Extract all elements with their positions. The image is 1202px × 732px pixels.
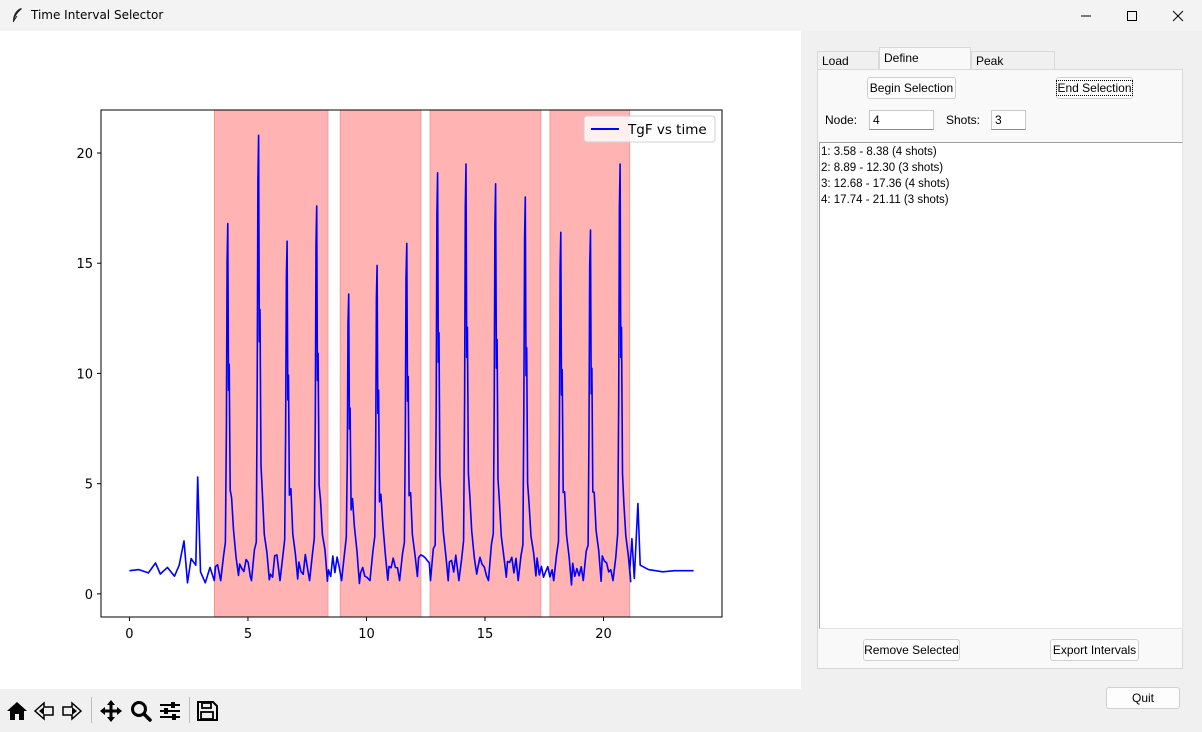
define-intervals-panel: Begin Selection End Selection Node: 4 Sh…: [817, 69, 1183, 669]
window-title: Time Interval Selector: [31, 8, 164, 22]
remove-selected-label: Remove Selected: [864, 643, 959, 657]
toolbar-separator: [189, 697, 190, 723]
close-icon: [1172, 10, 1184, 22]
configure-icon: [160, 702, 180, 720]
save-button[interactable]: [194, 699, 220, 723]
list-item[interactable]: 1: 3.58 - 8.38 (4 shots): [821, 144, 1182, 160]
list-item[interactable]: 2: 8.89 - 12.30 (3 shots): [821, 160, 1182, 176]
list-item[interactable]: 3: 12.68 - 17.36 (4 shots): [821, 176, 1182, 192]
y-tick-label: 20: [76, 147, 93, 162]
export-intervals-button[interactable]: Export Intervals: [1050, 639, 1139, 661]
save-icon: [197, 701, 218, 721]
x-tick-label: 0: [125, 627, 133, 642]
node-label: Node:: [825, 113, 858, 127]
navigation-toolbar: [0, 689, 801, 732]
feather-icon: [12, 8, 22, 23]
x-tick-label: 5: [244, 627, 252, 642]
home-button[interactable]: [4, 699, 30, 723]
maximize-button[interactable]: [1109, 0, 1155, 31]
y-tick-label: 15: [76, 257, 93, 272]
shots-label: Shots:: [946, 113, 981, 127]
minimize-button[interactable]: [1063, 0, 1109, 31]
tab-peak-detection[interactable]: Peak Detection: [971, 51, 1055, 86]
toolbar-separator: [91, 697, 92, 723]
configure-button[interactable]: [157, 699, 183, 723]
interval-span: [339, 109, 422, 618]
y-tick-label: 10: [76, 367, 93, 382]
pan-button[interactable]: [98, 699, 124, 723]
y-tick-label: 5: [85, 478, 93, 493]
list-item[interactable]: 4: 17.74 - 21.11 (3 shots): [821, 192, 1182, 208]
tab-load-data[interactable]: Load Data: [817, 51, 879, 86]
zoom-icon: [131, 701, 152, 722]
end-selection-label: End Selection: [1056, 80, 1133, 96]
line-chart: 0 5 10 15 20 0 5 10 15 20 TgF vs time: [76, 109, 723, 642]
y-tick-label: 0: [85, 588, 93, 603]
close-button[interactable]: [1155, 0, 1201, 31]
x-tick-label: 15: [477, 627, 494, 642]
legend-label: TgF vs time: [627, 122, 707, 138]
shots-input[interactable]: 3: [991, 110, 1026, 130]
plot-canvas[interactable]: 0 5 10 15 20 0 5 10 15 20 TgF vs time: [0, 31, 801, 689]
minimize-icon: [1081, 15, 1091, 17]
back-icon: [33, 701, 54, 721]
back-button[interactable]: [31, 699, 57, 723]
intervals-listbox[interactable]: 1: 3.58 - 8.38 (4 shots) 2: 8.89 - 12.30…: [819, 142, 1183, 629]
tab-define-intervals[interactable]: Define Intervals: [879, 47, 971, 85]
node-input[interactable]: 4: [869, 110, 934, 130]
end-selection-button[interactable]: End Selection: [1056, 77, 1133, 99]
maximize-icon: [1127, 11, 1137, 21]
forward-button[interactable]: [59, 699, 85, 723]
interval-span: [213, 109, 329, 618]
quit-button[interactable]: Quit: [1106, 687, 1180, 709]
title-bar: Time Interval Selector: [0, 0, 1202, 31]
remove-selected-button[interactable]: Remove Selected: [863, 639, 960, 661]
pan-icon: [100, 700, 122, 722]
control-panel: Load Data Define Intervals Peak Detectio…: [801, 31, 1202, 732]
zoom-button[interactable]: [128, 699, 154, 723]
begin-selection-label: Begin Selection: [869, 81, 954, 95]
export-intervals-label: Export Intervals: [1052, 643, 1137, 657]
quit-label: Quit: [1131, 691, 1154, 705]
x-tick-label: 20: [595, 627, 612, 642]
home-icon: [7, 702, 27, 720]
forward-icon: [62, 701, 83, 721]
begin-selection-button[interactable]: Begin Selection: [867, 77, 956, 99]
x-tick-label: 10: [358, 627, 375, 642]
